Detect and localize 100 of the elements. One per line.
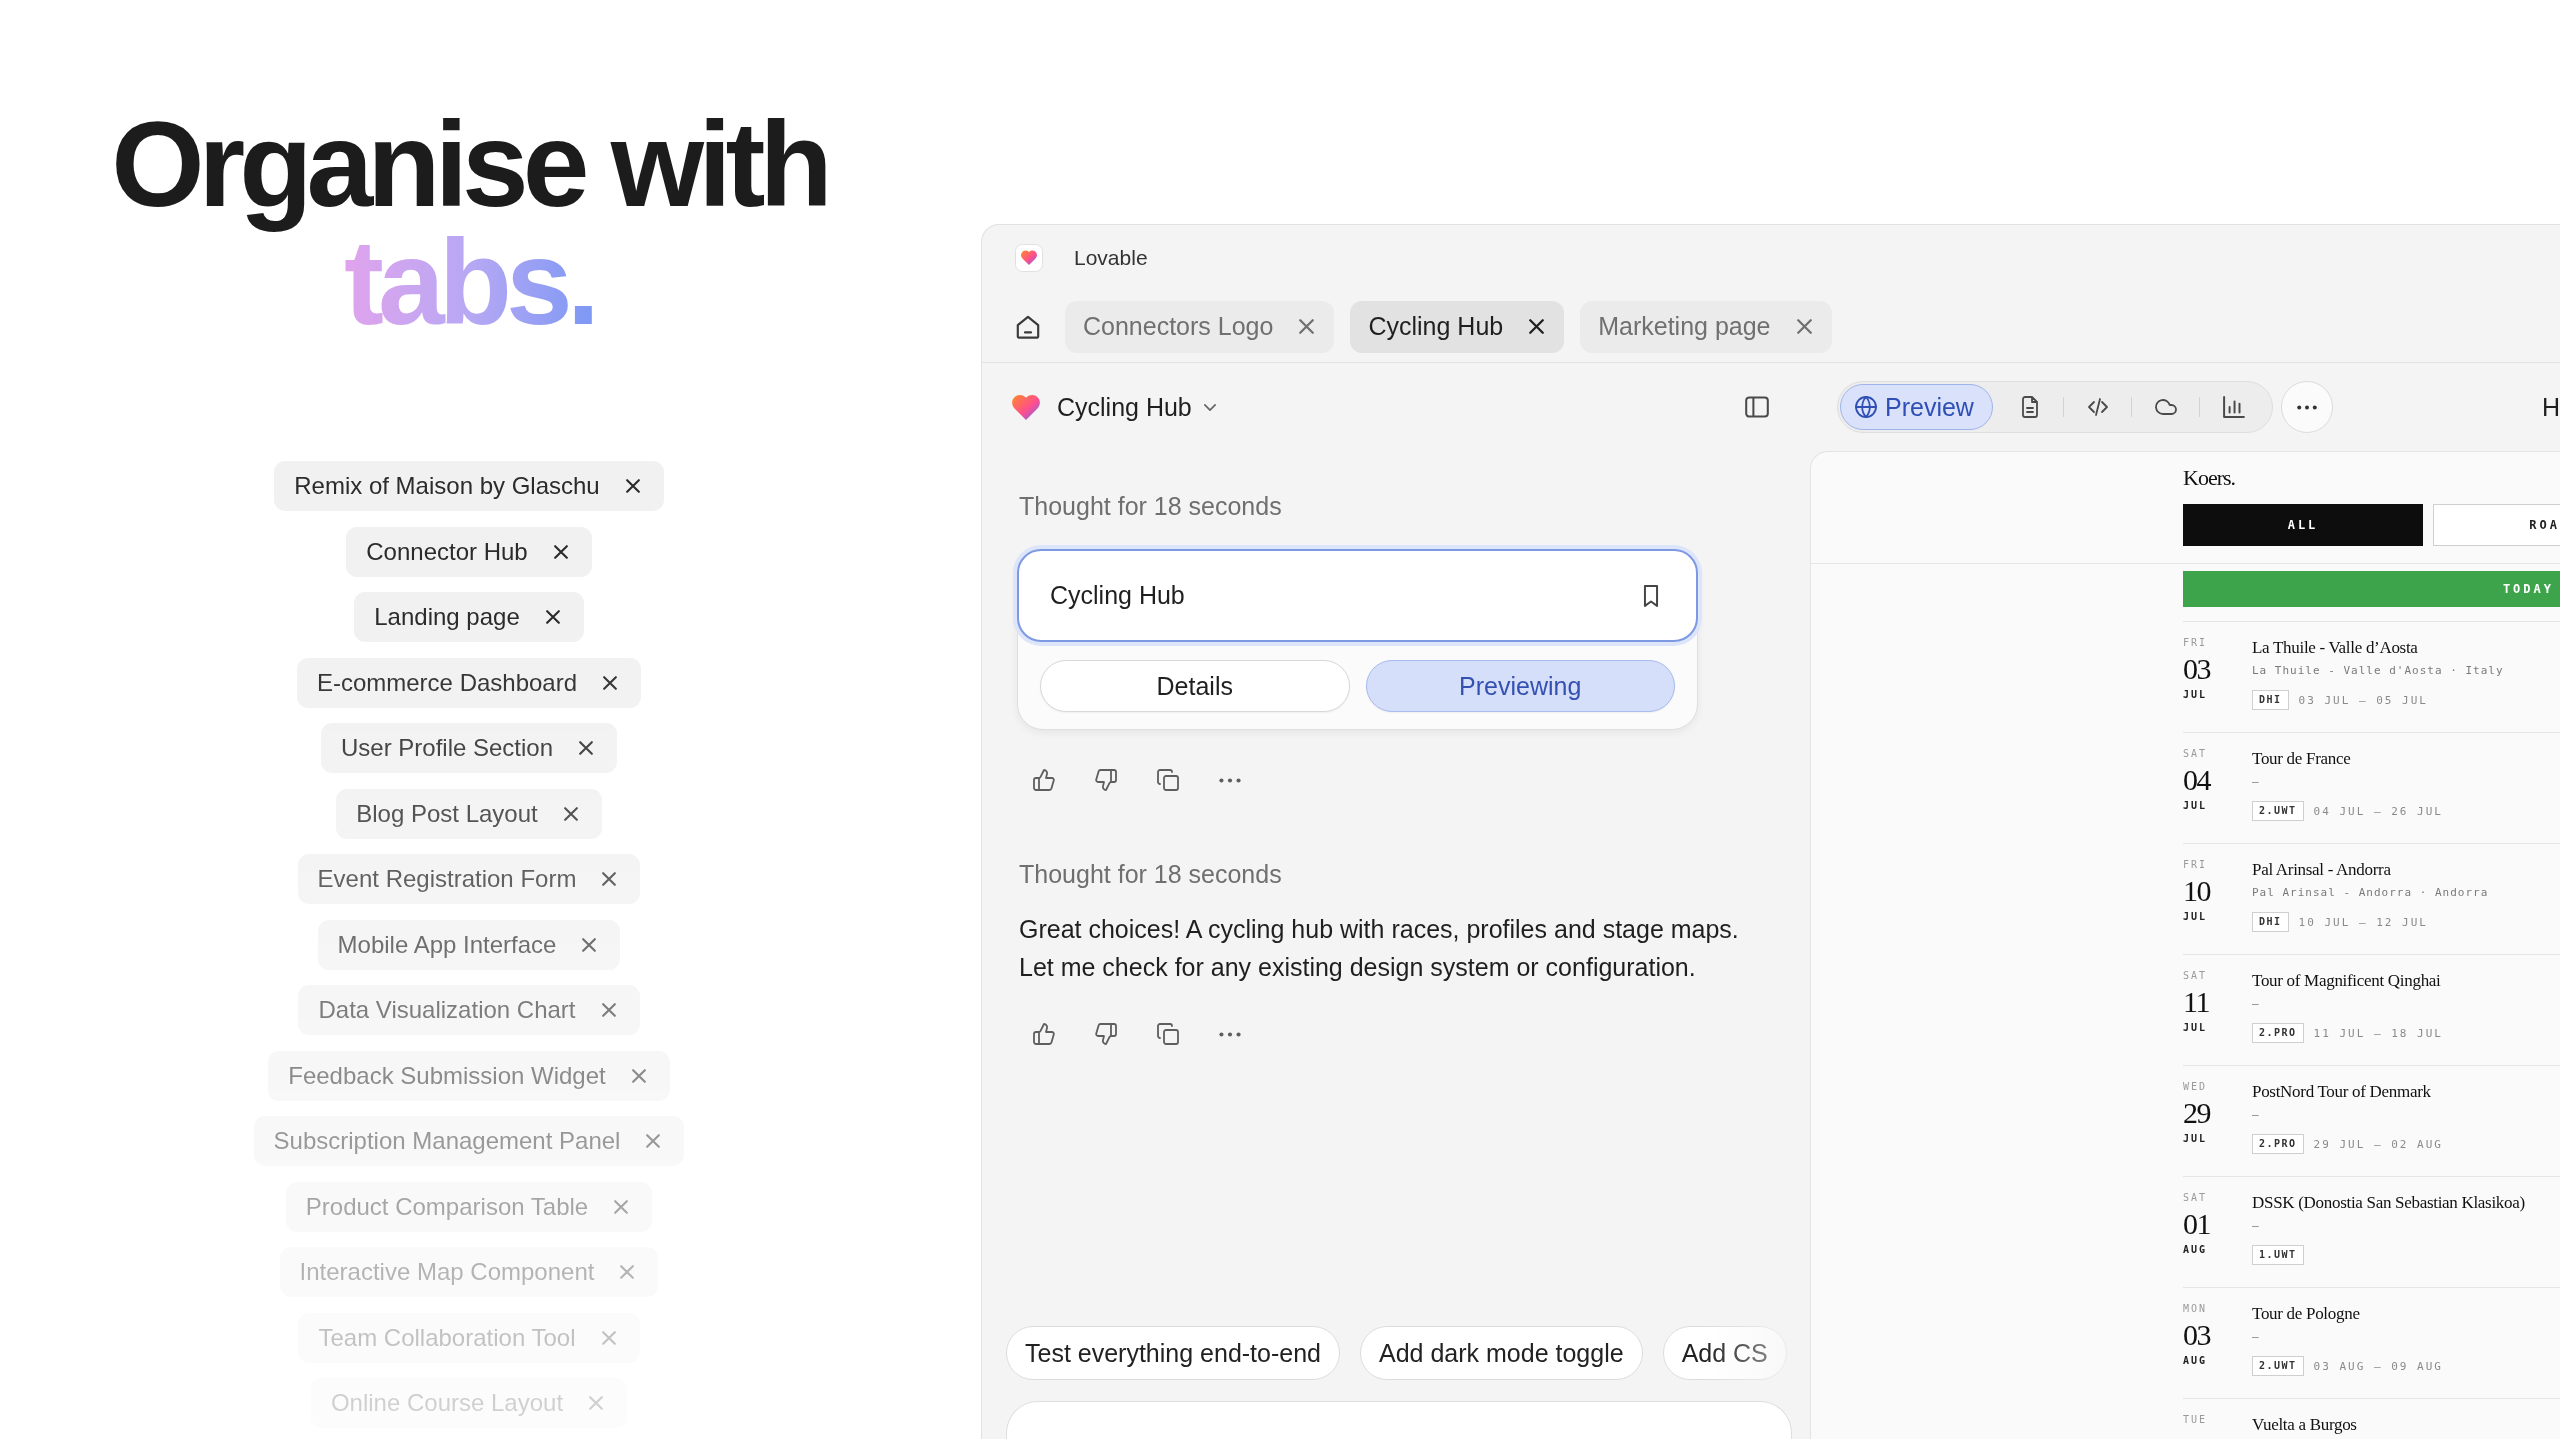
- event-month: JUL: [2183, 910, 2208, 924]
- event-title[interactable]: Pal Arinsal - Andorra: [2252, 859, 2391, 881]
- event-weekday: SAT: [2183, 1191, 2208, 1205]
- card-toggle-button[interactable]: Previewing: [1365, 660, 1675, 712]
- card-toggle-button[interactable]: Details: [1040, 660, 1350, 712]
- event-month: JUL: [2183, 688, 2208, 702]
- preview-tab[interactable]: Preview: [1840, 384, 1993, 430]
- tab-chip[interactable]: Event Registration Form: [297, 854, 641, 904]
- event-weekday: FRI: [2183, 858, 2208, 872]
- event-location: –: [2252, 996, 2260, 1012]
- tab-chip[interactable]: Data Visualization Chart: [298, 985, 640, 1035]
- event-day-number: 04: [2183, 765, 2210, 795]
- chevron-down-icon: [1203, 403, 1216, 411]
- event-title[interactable]: Vuelta a Burgos: [2252, 1414, 2357, 1436]
- tab-chip[interactable]: Connector Hub: [346, 526, 592, 577]
- event-day-number: 03: [2183, 1320, 2210, 1350]
- event-day-number: 29: [2183, 1098, 2210, 1128]
- close-icon[interactable]: [545, 610, 560, 624]
- event-category-tag: 2.PRO: [2252, 1023, 2304, 1043]
- close-icon[interactable]: [603, 675, 618, 690]
- thumbs-up-icon[interactable]: [1033, 1023, 1055, 1045]
- event-month: AUG: [2183, 1243, 2208, 1257]
- more-icon[interactable]: [1219, 777, 1241, 783]
- event-title[interactable]: PostNord Tour of Denmark: [2252, 1081, 2431, 1103]
- close-icon[interactable]: [1529, 319, 1545, 334]
- close-icon[interactable]: [553, 544, 568, 559]
- thumbs-down-icon[interactable]: [1095, 1023, 1117, 1045]
- event-weekday: WED: [2183, 1080, 2208, 1094]
- tab[interactable]: Connectors Logo: [1065, 300, 1335, 353]
- home-icon[interactable]: [1016, 314, 1040, 339]
- globe-icon: [1855, 396, 1877, 418]
- thumbs-up-icon[interactable]: [1033, 769, 1055, 791]
- tab[interactable]: Marketing page: [1580, 300, 1832, 353]
- event-location: Pal Arinsal - Andorra · Andorra: [2252, 885, 2489, 901]
- event-location: La Thuile - Valle d'Aosta · Italy: [2252, 663, 2504, 679]
- close-icon[interactable]: [579, 741, 594, 755]
- event-title[interactable]: DSSK (Donostia San Sebastian Klasikoa): [2252, 1192, 2525, 1214]
- copy-icon[interactable]: [1157, 769, 1179, 791]
- tab-chip[interactable]: E-commerce Dashboard: [296, 657, 642, 708]
- event-day-number: 01: [2183, 1209, 2210, 1239]
- event-weekday: MON: [2183, 1302, 2208, 1316]
- code-icon: [2086, 396, 2109, 418]
- event-date-range: 29 JUL – 02 AUG: [2313, 1137, 2443, 1151]
- event-date-range: 04 JUL – 26 JUL: [2313, 804, 2443, 818]
- bar-chart-icon: [2222, 396, 2245, 418]
- event-date-range: 11 JUL – 18 JUL: [2313, 1026, 2443, 1040]
- close-icon[interactable]: [602, 872, 617, 886]
- event-location: –: [2252, 1329, 2260, 1345]
- event-date-range: 10 JUL – 12 JUL: [2298, 915, 2428, 929]
- event-category-tag: 2.PRO: [2252, 1134, 2304, 1154]
- event-category-tag: 1.UWT: [2252, 1245, 2304, 1265]
- event-title[interactable]: Tour of Magnificent Qinghai: [2252, 970, 2441, 992]
- heart-logo-icon: [1012, 394, 1040, 420]
- suggestion-chip[interactable]: Add dark mode toggle: [1360, 1326, 1643, 1380]
- tab-chip[interactable]: User Profile Section: [320, 723, 618, 773]
- event-location: –: [2252, 1218, 2260, 1234]
- event-month: AUG: [2183, 1354, 2208, 1368]
- tab[interactable]: Cycling Hub: [1350, 300, 1565, 353]
- project-dropdown[interactable]: Cycling Hub: [1012, 392, 1216, 422]
- more-icon[interactable]: [1219, 1031, 1241, 1037]
- event-title[interactable]: Tour de France: [2252, 748, 2351, 770]
- assistant-message-text: Great choices! A cycling hub with races, profiles and stage maps. Let me check for any existing design system or configuration.: [1019, 914, 1740, 983]
- event-weekday: TUE: [2183, 1413, 2208, 1427]
- tab-chip[interactable]: Landing page: [354, 592, 584, 642]
- more-icon: [2296, 404, 2317, 410]
- event-weekday: SAT: [2183, 969, 2208, 983]
- event-day-number: 10: [2183, 876, 2210, 906]
- heart-logo-icon: [1015, 244, 1043, 272]
- suggestion-chip[interactable]: Add CS: [1662, 1326, 1787, 1380]
- event-date-range: 03 AUG – 09 AUG: [2313, 1359, 2443, 1373]
- window-title: Lovable: [1074, 246, 1148, 270]
- thumbs-down-icon[interactable]: [1095, 769, 1117, 791]
- event-title[interactable]: Tour de Pologne: [2252, 1303, 2360, 1325]
- message-input-field[interactable]: [1006, 1401, 1792, 1439]
- event-month: JUL: [2183, 799, 2208, 813]
- event-category-tag: DHI: [2252, 912, 2289, 932]
- sidebar-toggle-icon[interactable]: [1745, 396, 1769, 418]
- event-category-tag: DHI: [2252, 690, 2289, 710]
- event-day-number: 11: [2183, 987, 2209, 1017]
- event-location: –: [2252, 774, 2260, 790]
- tab-chip[interactable]: Remix of Maison by Glaschu: [274, 461, 664, 511]
- tab-chip[interactable]: Mobile App Interface: [317, 919, 621, 970]
- project-name-text: Cycling Hub: [1050, 581, 1185, 610]
- close-icon[interactable]: [563, 806, 578, 821]
- event-day-number: 03: [2183, 654, 2210, 684]
- bookmark-icon[interactable]: [1643, 584, 1659, 607]
- filter-tab[interactable]: ROA: [2433, 504, 2560, 546]
- thinking-status-text: Thought for 18 seconds: [1019, 859, 1282, 889]
- event-category-tag: 2.UWT: [2252, 801, 2304, 821]
- event-title[interactable]: La Thuile - Valle d’Aosta: [2252, 637, 2418, 659]
- site-logo-text: Koers.: [2183, 465, 2236, 491]
- suggestion-chip[interactable]: Test everything end-to-end: [1006, 1326, 1340, 1380]
- filter-tab[interactable]: ALL: [2183, 504, 2423, 546]
- cut-off-label: H: [2541, 392, 2560, 422]
- close-icon[interactable]: [625, 479, 640, 493]
- event-date-range: 03 JUL – 05 JUL: [2298, 693, 2428, 707]
- tab-chip[interactable]: Blog Post Layout: [336, 788, 602, 839]
- copy-icon[interactable]: [1157, 1023, 1179, 1045]
- today-banner: TODAY: [2183, 571, 2560, 607]
- cloud-icon: [2154, 396, 2177, 418]
